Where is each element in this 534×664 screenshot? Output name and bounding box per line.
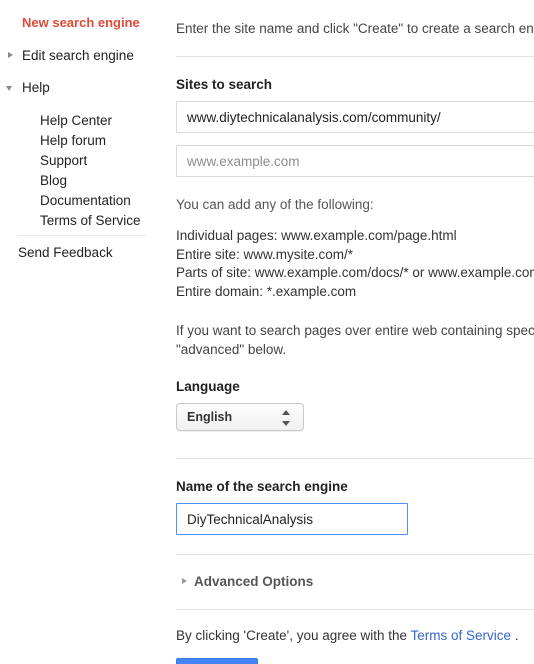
tos-prefix: By clicking 'Create', you agree with the bbox=[176, 628, 411, 643]
language-select[interactable]: English bbox=[176, 403, 304, 431]
site-url-input-2[interactable] bbox=[176, 145, 534, 177]
search-engine-name-input[interactable] bbox=[176, 503, 408, 535]
sidebar-help-sublist: Help Center Help forum Support Blog Docu… bbox=[0, 111, 168, 231]
sidebar-item-new-search-engine[interactable]: New search engine bbox=[0, 15, 168, 31]
sites-to-search-label: Sites to search bbox=[176, 77, 273, 92]
chevron-right-icon bbox=[182, 578, 187, 584]
tos-suffix: . bbox=[511, 628, 519, 643]
sidebar-item-documentation[interactable]: Documentation bbox=[0, 191, 168, 211]
sidebar-item-help-center[interactable]: Help Center bbox=[0, 111, 168, 131]
hint-entire-site: Entire site: www.mysite.com/* bbox=[176, 246, 354, 262]
divider-top bbox=[176, 56, 534, 57]
language-select-value: English bbox=[187, 410, 233, 424]
divider-before-advanced bbox=[176, 554, 534, 555]
sidebar-item-blog[interactable]: Blog bbox=[0, 171, 168, 191]
terms-of-service-link[interactable]: Terms of Service bbox=[411, 628, 512, 643]
hint-lead-text: You can add any of the following: bbox=[176, 197, 374, 212]
sidebar-item-terms-of-service[interactable]: Terms of Service bbox=[0, 211, 168, 231]
stepper-arrows-icon bbox=[282, 409, 291, 427]
divider-middle bbox=[176, 458, 534, 459]
sidebar-item-edit-search-engine[interactable]: Edit search engine bbox=[0, 47, 168, 64]
hint-individual-pages: Individual pages: www.example.com/page.h… bbox=[176, 228, 457, 243]
hint-entire-domain: Entire domain: *.example.com bbox=[176, 283, 357, 299]
language-label: Language bbox=[176, 379, 240, 394]
advanced-note-line-2: "advanced" below. bbox=[176, 342, 287, 357]
terms-agreement-text: By clicking 'Create', you agree with the… bbox=[176, 627, 534, 645]
chevron-down-icon bbox=[6, 86, 12, 91]
sidebar-item-send-feedback[interactable]: Send Feedback bbox=[0, 244, 168, 261]
create-button[interactable]: CREATE bbox=[176, 658, 259, 664]
main-content: Enter the site name and click "Create" t… bbox=[168, 0, 534, 664]
sidebar-divider bbox=[18, 235, 146, 236]
page-root: New search engine Edit search engine Hel… bbox=[0, 0, 534, 664]
site-url-input-1[interactable] bbox=[176, 101, 534, 133]
sidebar: New search engine Edit search engine Hel… bbox=[0, 0, 168, 664]
sidebar-item-support[interactable]: Support bbox=[0, 151, 168, 171]
advanced-options-label: Advanced Options bbox=[194, 574, 314, 589]
hint-list: Individual pages: www.example.com/page.h… bbox=[176, 227, 534, 301]
intro-instruction: Enter the site name and click "Create" t… bbox=[176, 21, 534, 36]
chevron-right-icon bbox=[8, 52, 13, 58]
advanced-options-toggle[interactable]: Advanced Options bbox=[176, 573, 534, 591]
sidebar-item-help[interactable]: Help bbox=[0, 79, 168, 96]
search-engine-name-label: Name of the search engine bbox=[176, 479, 348, 494]
sidebar-item-help-forum[interactable]: Help forum bbox=[0, 131, 168, 151]
advanced-note-line-1: If you want to search pages over entire … bbox=[176, 323, 534, 338]
advanced-note: If you want to search pages over entire … bbox=[176, 321, 534, 359]
sidebar-item-label: Help bbox=[22, 80, 50, 95]
divider-before-tos bbox=[176, 609, 534, 610]
hint-parts-of-site: Parts of site: www.example.com/docs/* or… bbox=[176, 265, 534, 280]
sidebar-item-label: Edit search engine bbox=[22, 48, 134, 63]
